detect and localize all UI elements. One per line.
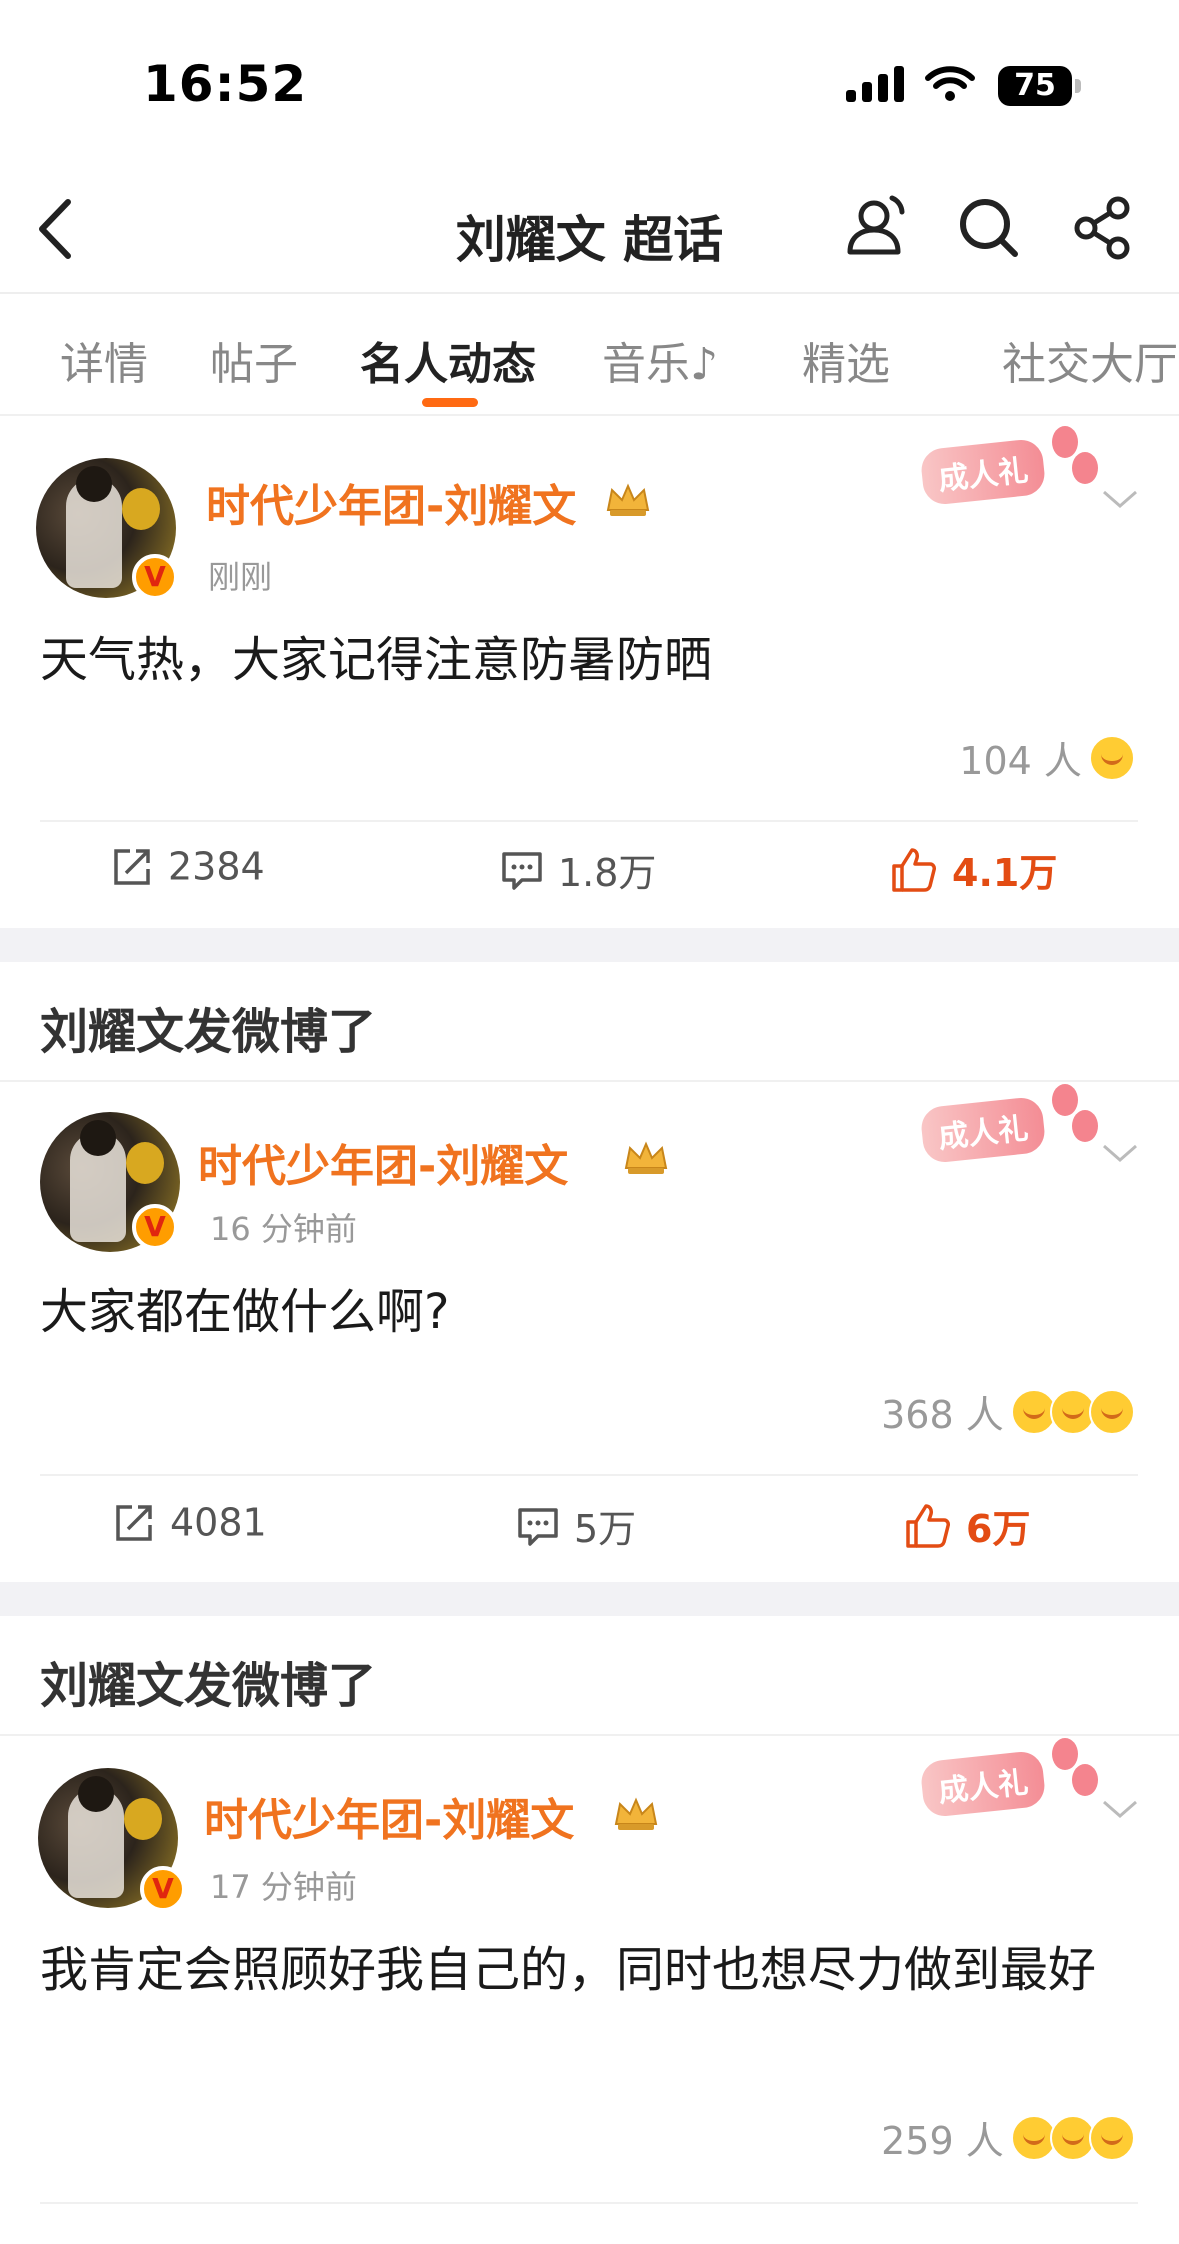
chevron-down-icon[interactable]: [1100, 484, 1140, 514]
repost-icon: [116, 1504, 152, 1541]
repost-button[interactable]: 2384: [110, 842, 265, 902]
reaction-summary[interactable]: 259 人: [881, 2110, 1135, 2166]
post-text[interactable]: 天气热，大家记得注意防暑防晒: [40, 624, 1140, 696]
ribbon-badge: 成人礼: [912, 1736, 1112, 1826]
section-gap: [0, 1582, 1179, 1616]
tab-celebrity-updates[interactable]: 名人动态: [360, 328, 536, 392]
divider: [40, 820, 1138, 822]
status-bar: 16:52 75: [0, 0, 1179, 160]
tab-social-hall[interactable]: 社交大厅: [1002, 328, 1178, 392]
like-button[interactable]: 6万: [904, 1498, 1030, 1558]
people-icon[interactable]: [840, 190, 912, 262]
active-tab-indicator: [422, 398, 478, 407]
post-time: 刚刚: [208, 558, 273, 596]
tab-bar: 详情 帖子 名人动态 音乐♪ 精选 社交大厅: [0, 294, 1179, 416]
status-time: 16:52: [143, 55, 308, 113]
ribbon-label: 成人礼: [919, 1749, 1047, 1819]
tab-featured[interactable]: 精选: [802, 328, 890, 392]
signal-icon: [846, 66, 904, 102]
search-icon[interactable]: [955, 194, 1021, 260]
comment-button[interactable]: 1.8万: [500, 842, 656, 902]
tab-details[interactable]: 详情: [60, 328, 148, 392]
ribbon-badge: 成人礼: [912, 424, 1112, 514]
ribbon-label: 成人礼: [919, 1095, 1047, 1165]
crown-icon: [614, 1797, 658, 1830]
verified-badge-icon: V: [140, 1866, 186, 1912]
divider: [40, 2202, 1138, 2204]
reaction-summary[interactable]: 104 人: [959, 730, 1135, 786]
section-header: 刘耀文发微博了: [0, 1616, 1179, 1736]
like-count: 6万: [966, 1507, 1031, 1551]
verified-badge-icon: V: [132, 554, 178, 600]
ribbon-badge: 成人礼: [912, 1082, 1112, 1172]
tab-music[interactable]: 音乐♪: [602, 328, 718, 392]
crown-icon: [606, 483, 650, 516]
section-gap: [0, 928, 1179, 962]
thumbs-up-icon: [892, 847, 936, 892]
nav-bar: 刘耀文 超话: [0, 160, 1179, 294]
repost-button[interactable]: 4081: [112, 1498, 267, 1558]
like-count: 4.1万: [952, 851, 1058, 895]
author-name[interactable]: 时代少年团-刘耀文: [206, 470, 576, 534]
author-name[interactable]: 时代少年团-刘耀文: [204, 1784, 574, 1848]
post-text[interactable]: 我肯定会照顾好我自己的，同时也想尽力做到最好: [40, 1934, 1140, 2006]
post-time: 17 分钟前: [210, 1868, 357, 1906]
repost-icon: [114, 848, 150, 885]
reaction-count: 259 人: [881, 2119, 1004, 2163]
repost-count: 2384: [168, 844, 265, 889]
battery-indicator: 75: [998, 66, 1082, 106]
thumbs-up-icon: [906, 1503, 950, 1548]
share-icon[interactable]: [1070, 194, 1136, 260]
crown-icon: [624, 1141, 668, 1174]
reaction-count: 104 人: [959, 739, 1082, 783]
post-time: 16 分钟前: [210, 1210, 357, 1248]
comment-button[interactable]: 5万: [516, 1498, 636, 1558]
tab-posts[interactable]: 帖子: [210, 328, 298, 392]
emoji-icon: [1089, 734, 1135, 781]
ribbon-label: 成人礼: [919, 437, 1047, 507]
post-text[interactable]: 大家都在做什么啊?: [40, 1276, 1140, 1348]
section-title: 刘耀文发微博了: [40, 1004, 377, 1060]
reaction-count: 368 人: [881, 1393, 1004, 1437]
chevron-down-icon[interactable]: [1100, 1138, 1140, 1168]
emoji-icon: [1089, 2114, 1135, 2161]
reaction-summary[interactable]: 368 人: [881, 1384, 1135, 1440]
comment-icon: [502, 851, 542, 890]
section-title: 刘耀文发微博了: [40, 1658, 377, 1714]
battery-level: 75: [1014, 68, 1056, 103]
author-name[interactable]: 时代少年团-刘耀文: [198, 1130, 568, 1194]
chevron-down-icon[interactable]: [1100, 1794, 1140, 1824]
verified-badge-icon: V: [132, 1204, 178, 1250]
section-header: 刘耀文发微博了: [0, 962, 1179, 1082]
wifi-icon: [925, 66, 975, 101]
comment-count: 5万: [574, 1507, 637, 1551]
repost-count: 4081: [170, 1500, 267, 1545]
emoji-icon: [1089, 1388, 1135, 1435]
comment-count: 1.8万: [558, 851, 657, 895]
like-button[interactable]: 4.1万: [890, 842, 1057, 902]
comment-icon: [518, 1507, 558, 1546]
divider: [40, 1474, 1138, 1476]
